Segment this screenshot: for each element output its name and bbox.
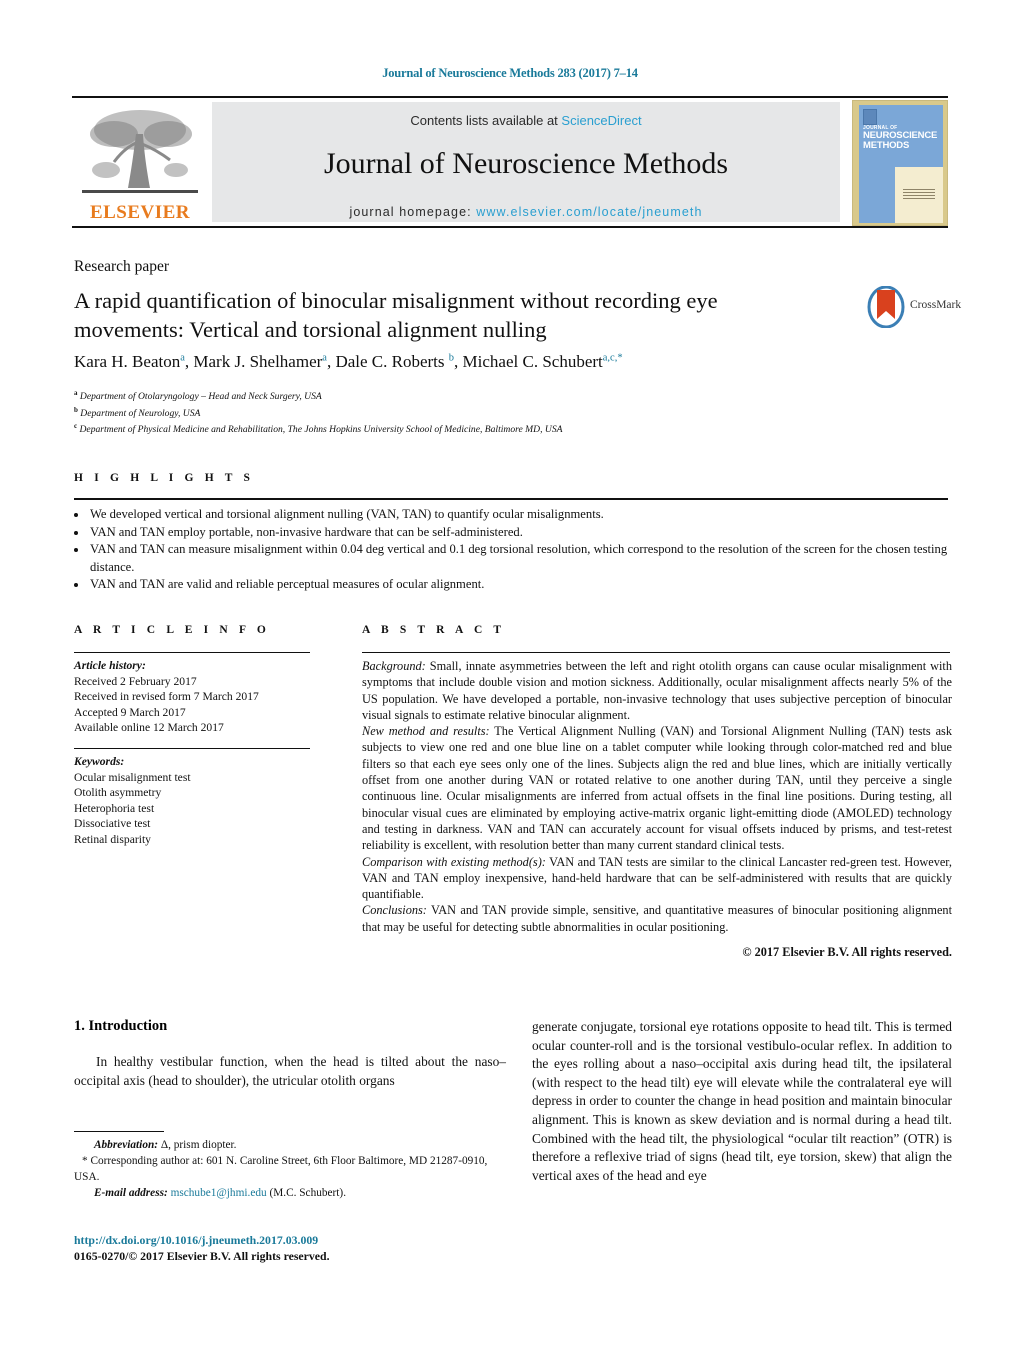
cover-line-2: NEUROSCIENCE METHODS — [863, 130, 938, 151]
abstract-rule — [362, 652, 950, 653]
list-item: Ocular misalignment test — [74, 770, 191, 784]
list-item: Heterophoria test — [74, 801, 155, 815]
cover-panel-lines — [903, 189, 935, 201]
affiliation-item: b Department of Neurology, USA — [74, 405, 201, 419]
highlights-rule — [74, 498, 948, 500]
intro-paragraph-right: generate conjugate, torsional eye rotati… — [532, 1019, 952, 1183]
cover-elsevier-mark-icon — [863, 109, 877, 125]
sciencedirect-link[interactable]: ScienceDirect — [561, 113, 641, 128]
doi-link[interactable]: http://dx.doi.org/10.1016/j.jneumeth.201… — [74, 1232, 506, 1248]
intro-paragraph-left: In healthy vestibular function, when the… — [74, 1054, 506, 1088]
issn-copyright-line: 0165-0270/© 2017 Elsevier B.V. All right… — [74, 1249, 330, 1263]
journal-cover-art: JOURNAL OF NEUROSCIENCE METHODS — [859, 105, 943, 223]
affiliation-item: a Department of Otolaryngology – Head an… — [74, 389, 322, 403]
list-item: VAN and TAN can measure misalignment wit… — [88, 541, 952, 576]
email-label: E-mail address: — [94, 1187, 168, 1199]
running-head: Journal of Neuroscience Methods 283 (201… — [382, 66, 638, 80]
journal-title: Journal of Neuroscience Methods — [323, 147, 729, 180]
affiliation-marker: c — [74, 422, 78, 431]
affiliation-item: c Department of Physical Medicine and Re… — [74, 422, 563, 436]
footnote-email: E-mail address: mschube1@jhmi.edu (M.C. … — [74, 1185, 506, 1201]
contents-available-line: Contents lists available at ScienceDirec… — [212, 113, 840, 128]
keywords-block: Keywords: Ocular misalignment test Otolit… — [74, 754, 324, 847]
crossmark-badge[interactable]: CrossMark — [866, 286, 962, 332]
contents-prefix: Contents lists available at — [410, 113, 562, 128]
list-item: Available online 12 March 2017 — [74, 721, 224, 734]
crossmark-icon — [867, 286, 905, 328]
paper-page: Journal of Neuroscience Methods 283 (201… — [0, 0, 1020, 1351]
abstract-section-heading: Background: — [362, 659, 426, 673]
body-column-right: generate conjugate, torsional eye rotati… — [532, 1018, 952, 1185]
abstract-label: A B S T R A C T — [362, 624, 506, 636]
abstract-section-heading: New method and results: — [362, 724, 490, 739]
abstract-copyright: © 2017 Elsevier B.V. All rights reserved… — [742, 945, 952, 959]
elsevier-tree-icon — [82, 110, 198, 193]
footnote-abbreviation: Abbreviation: Δ, prism diopter. — [74, 1137, 506, 1153]
list-item: We developed vertical and torsional alig… — [88, 506, 952, 524]
article-type: Research paper — [74, 258, 170, 275]
list-item: Otolith asymmetry — [74, 786, 162, 799]
highlights-list: We developed vertical and torsional alig… — [74, 506, 952, 594]
article-info-rule — [74, 652, 310, 653]
footnote-block: Abbreviation: Δ, prism diopter. * Corres… — [74, 1137, 506, 1201]
abstract-section-heading: Comparison with existing method(s): — [362, 854, 546, 869]
section-heading-introduction: 1. Introduction — [74, 1018, 168, 1034]
cover-inset-panel — [895, 167, 943, 223]
affiliation-marker: a — [74, 389, 78, 397]
footnote-corresponding-author: * Corresponding author at: 601 N. Caroli… — [74, 1155, 488, 1183]
footnote-rule — [74, 1131, 164, 1132]
body-column-left: 1. Introduction In healthy vestibular fu… — [74, 1018, 506, 1090]
list-item: Received in revised form 7 March 2017 — [74, 690, 259, 703]
affiliation-marker: b — [74, 405, 78, 414]
affiliation-list: a Department of Otolaryngology – Head an… — [74, 387, 874, 437]
list-item: Dissociative test — [74, 817, 151, 830]
abstract-section: Comparison with existing method(s): VAN … — [362, 854, 952, 902]
list-item: VAN and TAN are valid and reliable perce… — [88, 576, 952, 594]
article-info-label: A R T I C L E I N F O — [74, 624, 270, 636]
abbreviation-label: Abbreviation: — [94, 1139, 159, 1151]
list-item: Received 2 February 2017 — [74, 674, 197, 688]
list-item: Accepted 9 March 2017 — [74, 705, 186, 719]
journal-homepage-link[interactable]: www.elsevier.com/locate/jneumeth — [476, 205, 702, 219]
keywords-heading: Keywords: — [74, 755, 125, 768]
author-list: Kara H. Beatona, Mark J. Shelhamera, Dal… — [74, 352, 623, 371]
abstract-section: Background: Small, innate asymmetries be… — [362, 659, 952, 722]
elsevier-logo: ELSEVIER — [76, 100, 204, 226]
abstract-section: Conclusions: VAN and TAN provide simple,… — [362, 903, 952, 934]
abstract-body: Background: Small, innate asymmetries be… — [362, 658, 952, 935]
article-history-heading: Article history: — [74, 659, 146, 672]
journal-cover-thumbnail: JOURNAL OF NEUROSCIENCE METHODS — [852, 100, 948, 226]
abstract-section: New method and results: The Vertical Ali… — [362, 724, 952, 853]
article-history-items: Received 2 February 2017 Received in revi… — [74, 674, 324, 736]
highlights-label: H I G H L I G H T S — [74, 472, 255, 484]
elsevier-wordmark: ELSEVIER — [89, 202, 191, 223]
doi-block: http://dx.doi.org/10.1016/j.jneumeth.201… — [74, 1232, 506, 1264]
keywords-items: Ocular misalignment test Otolith asymmetr… — [74, 770, 324, 848]
list-item: Retinal disparity — [74, 832, 151, 846]
page-title: A rapid quantification of binocular misa… — [74, 288, 718, 342]
email-link[interactable]: mschube1@jhmi.edu — [171, 1187, 267, 1199]
abstract-section-heading: Conclusions: — [362, 903, 427, 918]
highlights-items: We developed vertical and torsional alig… — [74, 506, 952, 594]
email-suffix: (M.C. Schubert). — [266, 1187, 347, 1199]
list-item: VAN and TAN employ portable, non-invasiv… — [88, 524, 952, 542]
crossmark-label: CrossMark — [910, 299, 962, 311]
journal-homepage-line: journal homepage: www.elsevier.com/locat… — [212, 205, 840, 219]
homepage-prefix: journal homepage: — [349, 205, 477, 219]
article-history-block: Article history: Received 2 February 201… — [74, 658, 324, 736]
abbreviation-text: Δ, prism diopter. — [158, 1139, 237, 1151]
keywords-rule — [74, 748, 310, 749]
